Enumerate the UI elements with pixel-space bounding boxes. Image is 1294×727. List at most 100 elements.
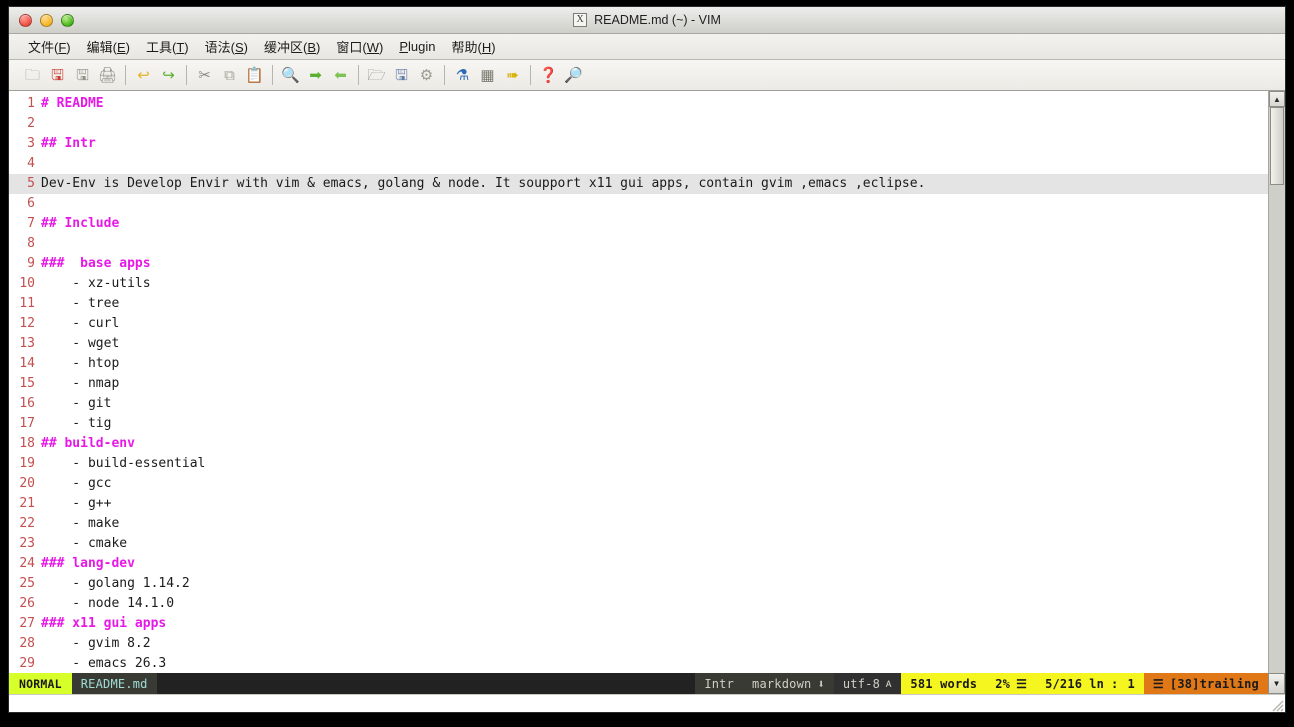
vertical-scrollbar[interactable]: ▲ [1268,91,1285,673]
minimize-button[interactable] [40,13,53,27]
menu-item-3[interactable]: 工具(T) [139,35,196,58]
code-text: - make [41,516,120,531]
load-session-icon[interactable]: 🗁 [364,63,389,87]
save-all-icon[interactable]: 🖫 [70,63,95,87]
code-line[interactable]: 12 - curl [9,314,1268,334]
find-prev-icon-glyph: ⬅ [334,66,347,84]
code-line[interactable]: 21 - g++ [9,494,1268,514]
open-file-icon[interactable]: 🗀 [20,63,45,87]
code-text: Dev-Env is Develop Envir with vim & emac… [41,176,926,191]
text-buffer[interactable]: 1 # README 2 3 ## Intr 4 5 Dev-Env is Develop E… [9,91,1268,673]
code-line[interactable]: 17 - tig [9,414,1268,434]
resize-grip-icon[interactable] [1268,696,1284,712]
window-titlebar[interactable]: X README.md (~) - VIM [9,7,1285,34]
menu-item-2[interactable]: 编辑(E) [80,35,137,58]
code-line[interactable]: 10 - xz-utils [9,274,1268,294]
code-line[interactable]: 11 - tree [9,294,1268,314]
shell-icon[interactable]: ▦ [475,63,500,87]
scrollbar-track[interactable] [1269,107,1285,673]
find-next-icon[interactable]: ➡ [303,63,328,87]
cut-icon-glyph: ✂ [198,66,211,84]
code-line[interactable]: 24 ### lang-dev [9,554,1268,574]
paste-icon[interactable]: 📋 [242,63,267,87]
menu-item-4[interactable]: 语法(S) [198,35,255,58]
code-line[interactable]: 8 [9,234,1268,254]
menu-item-6[interactable]: 窗口(W) [329,35,390,58]
run-script-icon[interactable]: ⚙ [414,63,439,87]
line-number: 16 [19,396,35,411]
code-line[interactable]: 27 ### x11 gui apps [9,614,1268,634]
menu-mnemonic: H [481,40,492,55]
undo-icon[interactable]: ↩ [131,63,156,87]
code-text: - node 14.1.0 [41,596,175,611]
markdown-heading: ## Intr [41,136,96,151]
line-number: 3 [27,136,35,151]
print-icon[interactable]: 🖨 [95,63,120,87]
code-line[interactable]: 22 - make [9,514,1268,534]
line-number: 10 [19,276,35,291]
line-number: 18 [19,436,35,451]
find-prev-icon[interactable]: ⬅ [328,63,353,87]
scroll-down-arrow[interactable]: ▼ [1268,673,1285,694]
code-line[interactable]: 25 - golang 1.14.2 [9,574,1268,594]
menu-label: 帮助( [451,40,482,55]
status-wordcount: 581 words [901,673,987,694]
code-line[interactable]: 28 - gvim 8.2 [9,634,1268,654]
code-line[interactable]: 4 [9,154,1268,174]
line-number: 28 [19,636,35,651]
code-line[interactable]: 9 ### base apps [9,254,1268,274]
close-button[interactable] [19,13,32,27]
code-line[interactable]: 7 ## Include [9,214,1268,234]
line-number: 9 [27,256,35,271]
save-session-icon-glyph: 🖫 [395,66,408,84]
menu-item-5[interactable]: 缓冲区(B) [257,35,327,58]
editor-area: 1 # README 2 3 ## Intr 4 5 Dev-Env is Develop E… [9,91,1285,673]
code-line[interactable]: 5 Dev-Env is Develop Envir with vim & ema… [9,174,1268,194]
find-icon[interactable]: 🔍 [278,63,303,87]
menu-item-7[interactable]: Plugin [392,37,442,56]
code-line[interactable]: 3 ## Intr [9,134,1268,154]
markdown-heading: # README [41,96,104,111]
status-scroll-value: 2% [995,676,1011,691]
code-line[interactable]: 19 - build-essential [9,454,1268,474]
code-line[interactable]: 23 - cmake [9,534,1268,554]
markdown-heading: ### lang-dev [41,556,135,571]
cut-icon[interactable]: ✂ [192,63,217,87]
status-filetype-label: markdown [752,676,812,691]
status-column-value: 1 [1127,676,1135,691]
code-line[interactable]: 6 [9,194,1268,214]
code-text: - wget [41,336,120,351]
redo-icon[interactable]: ↪ [156,63,181,87]
menu-item-8[interactable]: 帮助(H) [444,35,502,58]
line-number: 7 [27,216,35,231]
help-icon[interactable]: ❓ [536,63,561,87]
scrollbar-thumb[interactable] [1270,107,1284,185]
code-line[interactable]: 15 - nmap [9,374,1268,394]
line-number: 1 [27,96,35,111]
run-script-icon-glyph: ⚙ [419,66,434,84]
code-line[interactable]: 13 - wget [9,334,1268,354]
code-line[interactable]: 26 - node 14.1.0 [9,594,1268,614]
code-line[interactable]: 14 - htop [9,354,1268,374]
scroll-up-arrow[interactable]: ▲ [1269,91,1285,107]
status-filename: README.md [71,673,157,694]
menu-mnemonic: B [307,40,317,55]
maximize-button[interactable] [61,13,74,27]
code-line[interactable]: 16 - git [9,394,1268,414]
window-title: README.md (~) - VIM [594,13,721,27]
code-line[interactable]: 20 - gcc [9,474,1268,494]
copy-icon[interactable]: ⧉ [217,63,242,87]
code-line[interactable]: 1 # README [9,94,1268,114]
run-icon[interactable]: ➠ [500,63,525,87]
save-file-icon[interactable]: 🖫 [45,63,70,87]
line-number: 14 [19,356,35,371]
save-session-icon[interactable]: 🖫 [389,63,414,87]
code-line[interactable]: 2 [9,114,1268,134]
make-icon[interactable]: ⚗ [450,63,475,87]
menu-item-1[interactable]: 文件(F) [21,35,78,58]
status-position-value: 5/216 [1045,676,1083,691]
find-help-icon[interactable]: 🔎 [561,63,586,87]
code-line[interactable]: 29 - emacs 26.3 [9,654,1268,673]
code-line[interactable]: 18 ## build-env [9,434,1268,454]
markdown-down-icon: ⬇ [817,676,825,691]
